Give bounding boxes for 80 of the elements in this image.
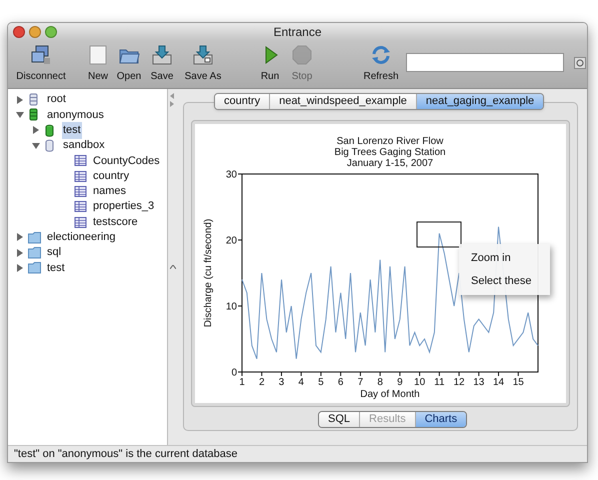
disclosure-triangle-icon[interactable] bbox=[16, 96, 24, 104]
x-tick-label: 9 bbox=[397, 377, 403, 388]
tree-item[interactable]: test bbox=[62, 122, 82, 138]
menu-item[interactable]: Select these bbox=[459, 270, 550, 292]
x-tick-label: 1 bbox=[239, 377, 245, 388]
tree-item[interactable]: test bbox=[46, 260, 66, 276]
tab[interactable]: neat_gaging_example bbox=[416, 94, 544, 109]
tray-arrow-icon bbox=[192, 44, 214, 66]
disclosure-triangle-icon[interactable] bbox=[16, 233, 24, 242]
x-tick-label: 8 bbox=[377, 377, 383, 388]
y-tick-label: 20 bbox=[226, 236, 237, 246]
status-text: "test" on "anonymous" is the current database bbox=[14, 446, 238, 462]
search-field[interactable] bbox=[406, 53, 564, 72]
y-tick-label: 30 bbox=[226, 170, 237, 180]
table-icon bbox=[74, 170, 87, 183]
table-icon bbox=[74, 216, 87, 229]
x-tick-label: 7 bbox=[358, 377, 364, 388]
x-axis-label: Day of Month bbox=[360, 389, 420, 400]
disclosure-triangle-icon[interactable] bbox=[16, 110, 24, 119]
segment-button[interactable]: SQL bbox=[319, 412, 360, 427]
segment-button[interactable]: Charts bbox=[414, 412, 466, 427]
tree-item[interactable]: properties_3 bbox=[92, 198, 156, 215]
tab[interactable]: country bbox=[215, 94, 270, 109]
tree-item[interactable]: CountyCodes bbox=[92, 152, 161, 170]
folder-icon bbox=[28, 246, 41, 260]
table-icon bbox=[74, 200, 87, 214]
search-icon[interactable] bbox=[574, 57, 586, 69]
tree-item[interactable]: names bbox=[92, 183, 128, 200]
tree-item[interactable]: anonymous bbox=[46, 106, 105, 124]
y-axis-label: Discharge (cu ft/second) bbox=[203, 218, 214, 328]
circular-arrows-icon bbox=[370, 44, 392, 66]
x-tick-label: 11 bbox=[434, 377, 445, 388]
disclosure-triangle-icon[interactable] bbox=[32, 142, 40, 150]
zoom-button[interactable] bbox=[45, 26, 57, 38]
disclosure-triangle-icon[interactable] bbox=[16, 248, 24, 257]
chart-title: Big Trees Gaging Station bbox=[334, 147, 446, 158]
disclosure-triangle-icon[interactable] bbox=[32, 126, 40, 134]
x-tick-label: 13 bbox=[473, 377, 484, 388]
selection-rectangle bbox=[416, 222, 462, 248]
tree-item[interactable]: country bbox=[92, 168, 130, 184]
table-icon bbox=[74, 154, 87, 168]
tree-item[interactable]: sql bbox=[46, 244, 62, 261]
octagon-icon bbox=[291, 44, 313, 66]
x-tick-label: 10 bbox=[414, 377, 426, 388]
minimize-button[interactable] bbox=[29, 26, 41, 38]
toolbar-button[interactable]: Open bbox=[112, 44, 146, 84]
window-title: Entrance bbox=[273, 24, 322, 41]
toolbar-button[interactable]: Save bbox=[146, 44, 178, 84]
toolbar-button[interactable]: Disconnect bbox=[12, 44, 70, 84]
folder-icon bbox=[28, 261, 41, 274]
x-tick-label: 5 bbox=[318, 377, 324, 388]
x-tick-label: 3 bbox=[278, 377, 284, 388]
toolbar-button[interactable]: Run bbox=[254, 44, 286, 84]
menu-item[interactable]: Zoom in bbox=[459, 247, 550, 270]
table-icon bbox=[74, 184, 87, 198]
y-tick-label: 0 bbox=[231, 368, 237, 378]
close-button[interactable] bbox=[13, 26, 25, 38]
tree-item[interactable]: sandbox bbox=[62, 137, 106, 154]
x-tick-label: 14 bbox=[492, 377, 504, 388]
toolbar-button[interactable]: Save As bbox=[178, 44, 228, 84]
document-icon bbox=[87, 44, 109, 66]
folder-icon bbox=[28, 230, 41, 244]
x-tick-label: 2 bbox=[258, 377, 265, 388]
computers-icon bbox=[30, 44, 52, 66]
tree-item[interactable]: root bbox=[46, 91, 67, 108]
x-tick-label: 12 bbox=[454, 377, 465, 388]
chart-title: San Lorenzo River Flow bbox=[336, 136, 444, 147]
caret-icon[interactable] bbox=[170, 265, 176, 269]
x-tick-label: 4 bbox=[298, 377, 304, 388]
tray-arrow-icon bbox=[151, 44, 173, 66]
toolbar-button[interactable]: New bbox=[84, 44, 112, 84]
tree-item[interactable]: electioneering bbox=[46, 229, 116, 246]
toolbar-button[interactable]: Refresh bbox=[358, 44, 404, 84]
disclosure-triangle-icon[interactable] bbox=[16, 264, 24, 272]
tab[interactable]: neat_windspeed_example bbox=[269, 94, 416, 109]
tree-item[interactable]: testscore bbox=[92, 214, 139, 230]
x-tick-label: 15 bbox=[512, 377, 524, 388]
y-tick-label: 10 bbox=[226, 302, 237, 312]
x-tick-label: 6 bbox=[338, 377, 344, 388]
chart-title: January 1-15, 2007 bbox=[346, 158, 434, 169]
